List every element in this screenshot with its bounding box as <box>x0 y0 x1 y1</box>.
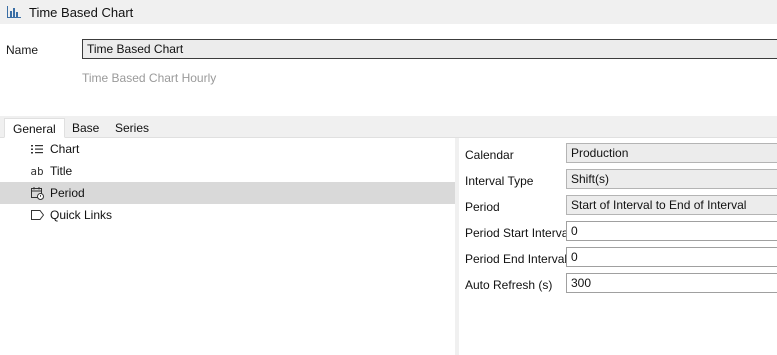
calendar-value[interactable]: Production <box>566 143 777 163</box>
tree-item-label: Title <box>50 164 73 178</box>
interval-type-value[interactable]: Shift(s) <box>566 169 777 189</box>
property-label: Auto Refresh (s) <box>465 278 553 292</box>
property-label: Interval Type <box>465 174 534 188</box>
tab-bar: General Base Series <box>0 116 777 138</box>
property-label: Period Start Intervals <box>465 226 578 240</box>
window-title: Time Based Chart <box>29 4 134 20</box>
period-value[interactable]: Start of Interval to End of Interval <box>566 195 777 215</box>
period-start-intervals-input[interactable]: 0 <box>566 221 777 241</box>
tab-base[interactable]: Base <box>64 118 107 138</box>
property-row-period-start-intervals: Period Start Intervals 0 <box>459 216 777 242</box>
period-end-intervals-input[interactable]: 0 <box>566 247 777 267</box>
tree-item-title[interactable]: ab Title <box>0 160 455 182</box>
property-row-auto-refresh: Auto Refresh (s) 300 <box>459 268 777 294</box>
property-label: Period End Intervals <box>465 252 574 266</box>
tree-item-quick-links[interactable]: Quick Links <box>0 204 455 226</box>
property-row-calendar: Calendar Production <box>459 138 777 164</box>
tab-general[interactable]: General <box>4 118 65 138</box>
text-ab-icon: ab <box>30 164 44 178</box>
tag-icon <box>30 208 44 222</box>
bar-chart-icon <box>7 6 21 18</box>
tree-item-label: Quick Links <box>50 208 113 222</box>
auto-refresh-input[interactable]: 300 <box>566 273 777 293</box>
tree-item-chart[interactable]: Chart <box>0 138 455 160</box>
property-label: Period <box>465 200 500 214</box>
property-grid: Calendar Production Interval Type Shift(… <box>459 138 777 355</box>
property-row-period: Period Start of Interval to End of Inter… <box>459 190 777 216</box>
tree-item-period[interactable]: Period <box>0 182 455 204</box>
list-icon <box>30 142 44 156</box>
section-tree: Chart ab Title Period Quick Links <box>0 138 455 355</box>
tab-series[interactable]: Series <box>107 118 157 138</box>
calendar-clock-icon <box>30 186 44 200</box>
name-label: Name <box>6 43 39 57</box>
property-label: Calendar <box>465 148 514 162</box>
property-row-period-end-intervals: Period End Intervals 0 <box>459 242 777 268</box>
tree-item-label: Period <box>50 186 85 200</box>
property-row-interval-type: Interval Type Shift(s) <box>459 164 777 190</box>
name-input[interactable] <box>82 39 777 59</box>
description-text: Time Based Chart Hourly <box>82 71 217 85</box>
title-bar: Time Based Chart <box>0 0 777 24</box>
tree-item-label: Chart <box>50 142 80 156</box>
